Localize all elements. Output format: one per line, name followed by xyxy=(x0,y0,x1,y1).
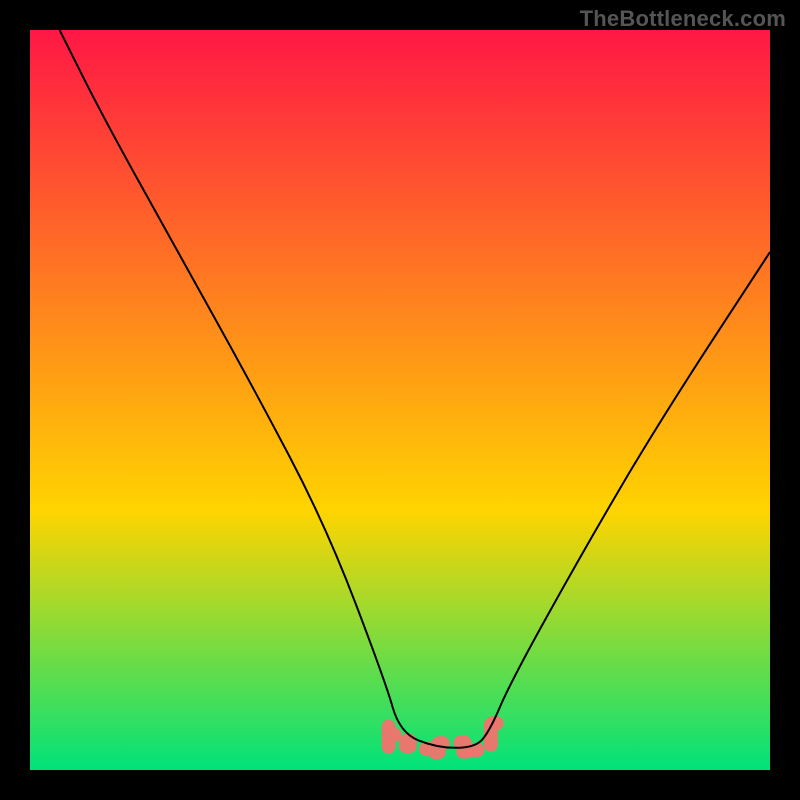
gradient-background xyxy=(30,30,770,770)
watermark-text: TheBottleneck.com xyxy=(580,6,786,32)
highlight-dot xyxy=(399,734,417,748)
highlight-dot xyxy=(382,720,396,754)
plot-area xyxy=(30,30,770,770)
chart-svg xyxy=(30,30,770,770)
chart-frame: TheBottleneck.com xyxy=(0,0,800,800)
